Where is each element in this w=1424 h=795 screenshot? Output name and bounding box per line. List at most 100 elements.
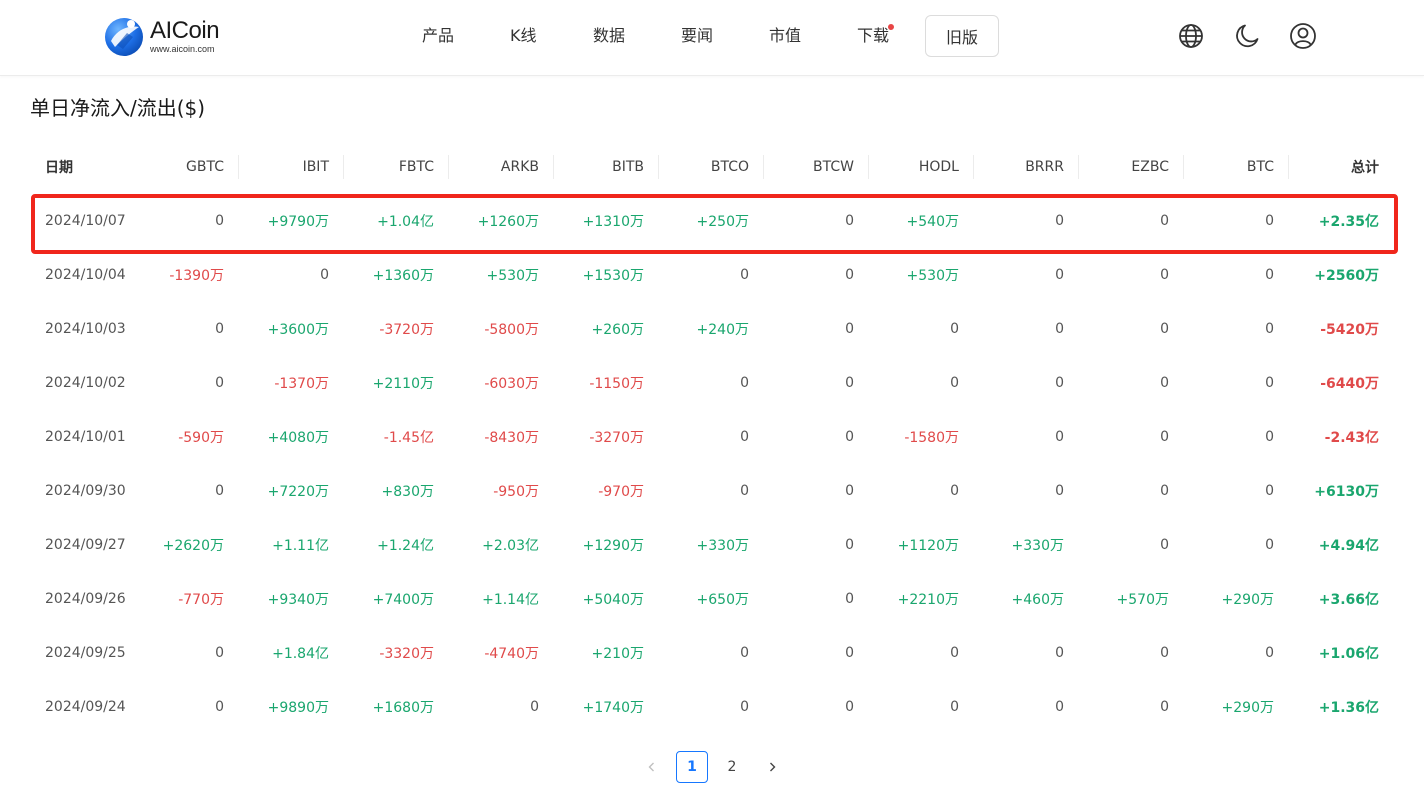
flow-cell: 0 bbox=[1265, 321, 1274, 337]
flow-cell: +290万 bbox=[1221, 592, 1274, 608]
total-cell: +1.06亿 bbox=[1318, 646, 1379, 662]
column-header[interactable]: BTCW bbox=[764, 140, 869, 194]
column-header[interactable]: HODL bbox=[869, 140, 974, 194]
globe-icon[interactable] bbox=[1177, 22, 1205, 50]
flow-cell: 0 bbox=[215, 213, 224, 229]
column-header[interactable]: BRRR bbox=[974, 140, 1079, 194]
flow-cell: 0 bbox=[845, 483, 854, 499]
prev-page-button[interactable] bbox=[636, 751, 668, 783]
flow-cell: +1.11亿 bbox=[272, 538, 329, 554]
notification-dot bbox=[888, 24, 895, 30]
aicoin-logo[interactable]: AICoin www.aicoin.com bbox=[103, 14, 220, 58]
flow-cell: -6030万 bbox=[484, 376, 539, 392]
flow-cell: 0 bbox=[1265, 537, 1274, 553]
flow-cell: +9340万 bbox=[267, 592, 329, 608]
column-header-label: BTC bbox=[1246, 159, 1274, 175]
flow-cell: +240万 bbox=[696, 322, 749, 338]
flow-cell: +1310万 bbox=[582, 214, 644, 230]
flow-cell: 0 bbox=[950, 699, 959, 715]
date-cell: 2024/10/03 bbox=[45, 321, 126, 337]
column-header[interactable]: ARKB bbox=[449, 140, 554, 194]
table-row[interactable]: 2024/09/30 0 +7220万 +830万 -950万 -970万 0 0 0 0 0 0 +6… bbox=[30, 464, 1394, 518]
flow-cell: 0 bbox=[1160, 537, 1169, 553]
flow-cell: 0 bbox=[1055, 429, 1064, 445]
table-row[interactable]: 2024/09/26 -770万 +9340万 +7400万 +1.14亿 +5040万 +… bbox=[30, 572, 1394, 626]
flow-cell: +530万 bbox=[486, 268, 539, 284]
column-header-label: BITB bbox=[612, 159, 644, 175]
nav-item-news[interactable]: 要闻 bbox=[681, 25, 713, 47]
nav-item-kline[interactable]: K线 bbox=[510, 25, 537, 47]
table-row[interactable]: 2024/09/25 0 +1.84亿 -3320万 -4740万 +210万 0 0 0 0 0 0… bbox=[30, 626, 1394, 680]
next-page-button[interactable] bbox=[756, 751, 788, 783]
flow-cell: -1150万 bbox=[589, 376, 644, 392]
nav-item-data[interactable]: 数据 bbox=[593, 25, 625, 47]
column-header-label: HODL bbox=[918, 159, 959, 175]
flow-cell: 0 bbox=[1055, 699, 1064, 715]
date-cell: 2024/09/24 bbox=[45, 699, 126, 715]
flow-cell: -770万 bbox=[178, 592, 224, 608]
flow-cell: +1360万 bbox=[372, 268, 434, 284]
flow-cell: +1.04亿 bbox=[377, 214, 434, 230]
flow-cell: -3270万 bbox=[589, 430, 644, 446]
column-header[interactable]: BITB bbox=[554, 140, 659, 194]
flow-cell: +570万 bbox=[1116, 592, 1169, 608]
column-header[interactable]: IBIT bbox=[239, 140, 344, 194]
table-row[interactable]: 2024/10/07 0 +9790万 +1.04亿 +1260万 +1310万 +250万… bbox=[30, 194, 1394, 248]
column-header[interactable]: 日期 bbox=[30, 140, 134, 194]
flow-cell: +2.03亿 bbox=[482, 538, 539, 554]
table-row[interactable]: 2024/10/03 0 +3600万 -3720万 -5800万 +260万 +240万 0… bbox=[30, 302, 1394, 356]
nav-item-market-cap[interactable]: 市值 bbox=[769, 25, 801, 47]
flow-cell: 0 bbox=[1055, 213, 1064, 229]
flow-cell: +2620万 bbox=[162, 538, 224, 554]
flow-cell: 0 bbox=[1160, 645, 1169, 661]
column-header[interactable]: GBTC bbox=[134, 140, 239, 194]
old-version-button[interactable]: 旧版 bbox=[925, 15, 999, 57]
page-button[interactable]: 1 bbox=[676, 751, 708, 783]
flow-cell: +4080万 bbox=[267, 430, 329, 446]
flow-cell: 0 bbox=[1055, 483, 1064, 499]
chevron-left-icon bbox=[648, 762, 654, 772]
table-row[interactable]: 2024/10/02 0 -1370万 +2110万 -6030万 -1150万 0 0 0 0 0… bbox=[30, 356, 1394, 410]
column-header-label: BTCO bbox=[710, 159, 749, 175]
flow-cell: -8430万 bbox=[484, 430, 539, 446]
flow-cell: -950万 bbox=[493, 484, 539, 500]
flow-cell: +460万 bbox=[1011, 592, 1064, 608]
flow-cell: 0 bbox=[215, 321, 224, 337]
nav-item-products[interactable]: 产品 bbox=[422, 25, 454, 47]
flow-cell: 0 bbox=[320, 267, 329, 283]
flow-cell: 0 bbox=[950, 321, 959, 337]
flow-cell: -1.45亿 bbox=[383, 430, 434, 446]
pagination: 1 2 bbox=[0, 751, 1424, 783]
flow-cell: +290万 bbox=[1221, 700, 1274, 716]
total-cell: -6440万 bbox=[1320, 376, 1379, 392]
flow-cell: +7220万 bbox=[267, 484, 329, 500]
etf-flow-table: 日期 GBTC IBIT FBTC ARKB BITB BTCO BTCW HO… bbox=[30, 140, 1394, 734]
flow-cell: -1390万 bbox=[169, 268, 224, 284]
nav-item-download-label: 下载 bbox=[857, 26, 890, 45]
page-button[interactable]: 2 bbox=[716, 751, 748, 783]
table-row[interactable]: 2024/09/27 +2620万 +1.11亿 +1.24亿 +2.03亿 +1290万… bbox=[30, 518, 1394, 572]
flow-cell: -3320万 bbox=[379, 646, 434, 662]
date-cell: 2024/09/30 bbox=[45, 483, 126, 499]
table-row[interactable]: 2024/10/04 -1390万 0 +1360万 +530万 +1530万 0 0 +530… bbox=[30, 248, 1394, 302]
flow-cell: 0 bbox=[530, 699, 539, 715]
flow-cell: +330万 bbox=[1011, 538, 1064, 554]
flow-cell: 0 bbox=[845, 429, 854, 445]
user-icon[interactable] bbox=[1289, 22, 1317, 50]
column-header[interactable]: EZBC bbox=[1079, 140, 1184, 194]
date-cell: 2024/10/02 bbox=[45, 375, 126, 391]
table-row[interactable]: 2024/10/01 -590万 +4080万 -1.45亿 -8430万 -3270万 0… bbox=[30, 410, 1394, 464]
total-cell: +4.94亿 bbox=[1318, 538, 1379, 554]
column-header[interactable]: BTCO bbox=[659, 140, 764, 194]
flow-cell: 0 bbox=[845, 213, 854, 229]
column-header-label: GBTC bbox=[186, 159, 224, 175]
column-header[interactable]: FBTC bbox=[344, 140, 449, 194]
column-header-label: ARKB bbox=[500, 159, 539, 175]
column-header[interactable]: 总计 bbox=[1289, 140, 1394, 194]
flow-cell: 0 bbox=[845, 321, 854, 337]
moon-icon[interactable] bbox=[1233, 22, 1261, 50]
column-header[interactable]: BTC bbox=[1184, 140, 1289, 194]
flow-cell: +2210万 bbox=[897, 592, 959, 608]
nav-item-download[interactable]: 下载 bbox=[857, 24, 895, 47]
table-row[interactable]: 2024/09/24 0 +9890万 +1680万 0 +1740万 0 0 0 0 0 +290万… bbox=[30, 680, 1394, 734]
